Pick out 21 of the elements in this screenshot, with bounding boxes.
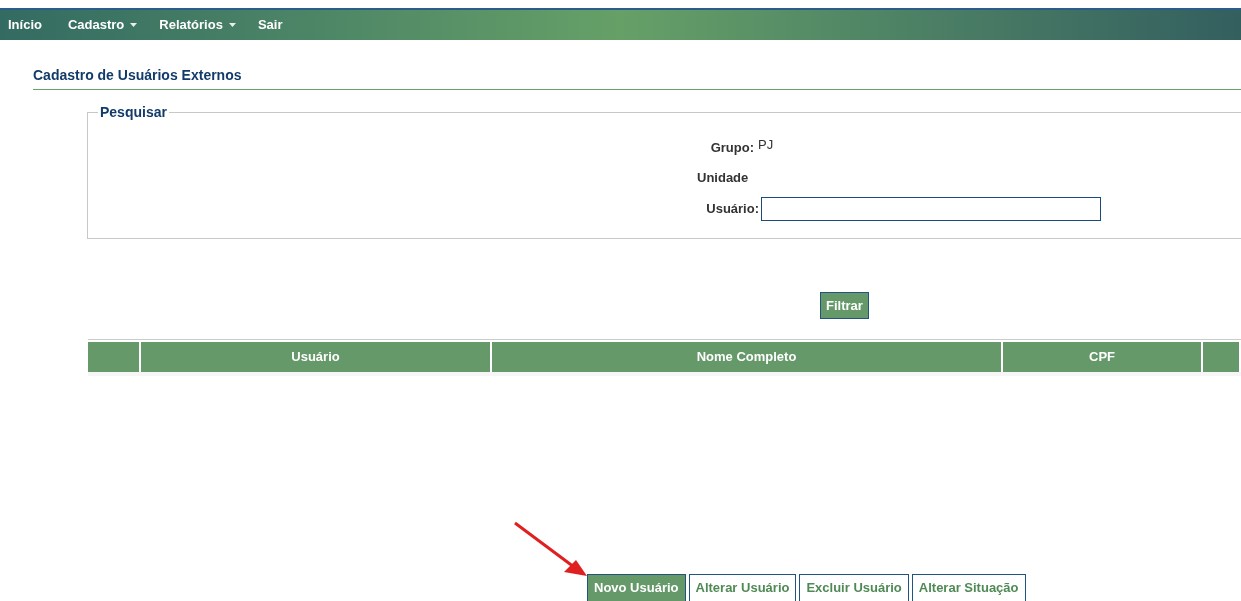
- action-button[interactable]: Alterar Usuário: [688, 574, 797, 601]
- filter-button[interactable]: Filtrar: [820, 292, 869, 319]
- grupo-label: Grupo:: [709, 139, 754, 157]
- caret-icon: [130, 23, 138, 27]
- action-button[interactable]: Excluir Usuário: [799, 574, 909, 601]
- column-header: Nome Completo: [492, 342, 1003, 372]
- usuario-label: Usuário:: [705, 200, 759, 219]
- usuario-input[interactable]: [761, 197, 1101, 221]
- action-button[interactable]: Novo Usuário: [587, 574, 686, 601]
- page-title: Cadastro de Usuários Externos: [33, 65, 1241, 90]
- menu-item[interactable]: Cadastro: [67, 15, 138, 35]
- menu-item[interactable]: Relatórios: [159, 15, 236, 35]
- unidade-label: Unidade: [697, 168, 749, 187]
- menu-item[interactable]: Início: [8, 15, 42, 35]
- grupo-value: PJ: [758, 136, 774, 154]
- column-header: CPF: [1003, 342, 1203, 372]
- search-legend: Pesquisar: [98, 102, 169, 123]
- menu-item[interactable]: Sair: [257, 15, 283, 35]
- caret-icon: [228, 23, 236, 27]
- action-button[interactable]: Alterar Situação: [911, 574, 1026, 601]
- column-header: Usuário: [141, 342, 492, 372]
